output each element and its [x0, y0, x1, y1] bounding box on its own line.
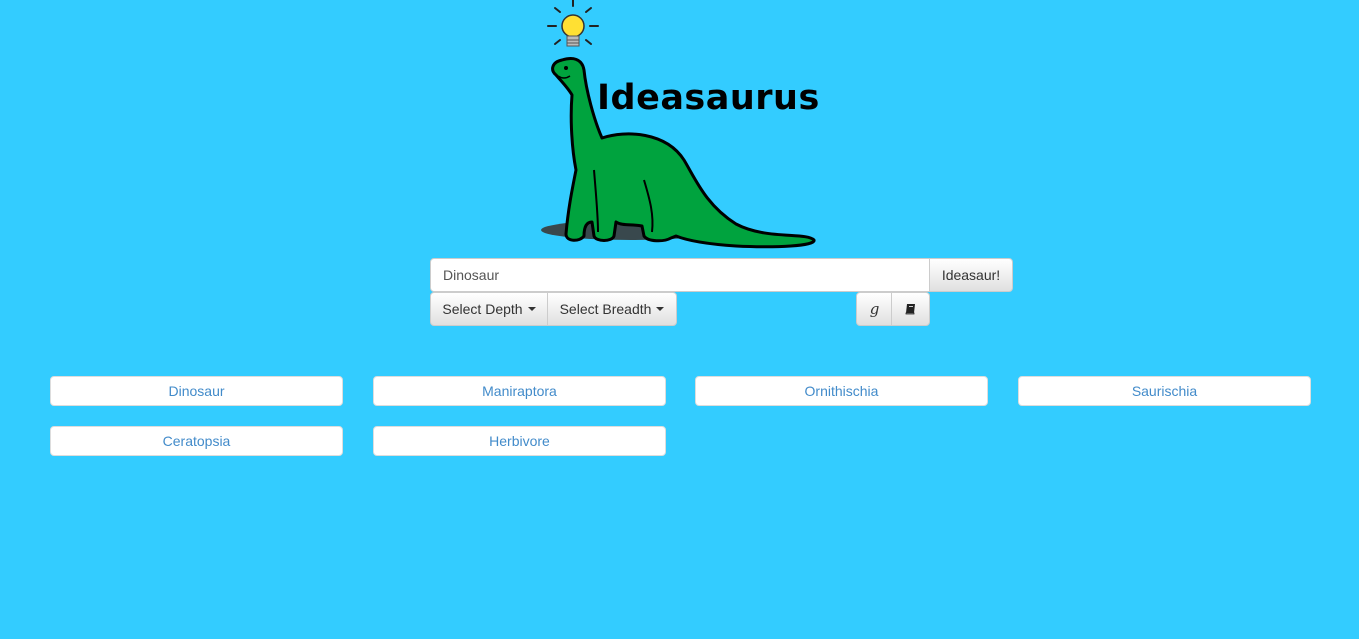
google-icon: g: [869, 300, 880, 318]
result-item[interactable]: Saurischia: [1018, 376, 1311, 406]
caret-down-icon: [656, 307, 665, 311]
result-item[interactable]: Herbivore: [373, 426, 666, 456]
select-breadth-label: Select Breadth: [559, 301, 652, 317]
search-input[interactable]: [430, 258, 930, 292]
caret-down-icon: [527, 307, 536, 311]
book-icon: [905, 304, 915, 315]
select-breadth-dropdown[interactable]: Select Breadth: [547, 292, 677, 326]
ideasaur-button[interactable]: Ideasaur!: [929, 258, 1013, 292]
ideasaurus-logo: [541, 0, 816, 249]
select-depth-dropdown[interactable]: Select Depth: [430, 292, 548, 326]
app-title: Ideasaurus: [597, 78, 820, 118]
book-search-button[interactable]: [891, 292, 930, 326]
result-item[interactable]: Ornithischia: [695, 376, 988, 406]
result-item[interactable]: Maniraptora: [373, 376, 666, 406]
result-item[interactable]: Ceratopsia: [50, 426, 343, 456]
google-search-button[interactable]: g: [856, 292, 893, 326]
select-depth-label: Select Depth: [442, 301, 523, 317]
result-item[interactable]: Dinosaur: [50, 376, 343, 406]
